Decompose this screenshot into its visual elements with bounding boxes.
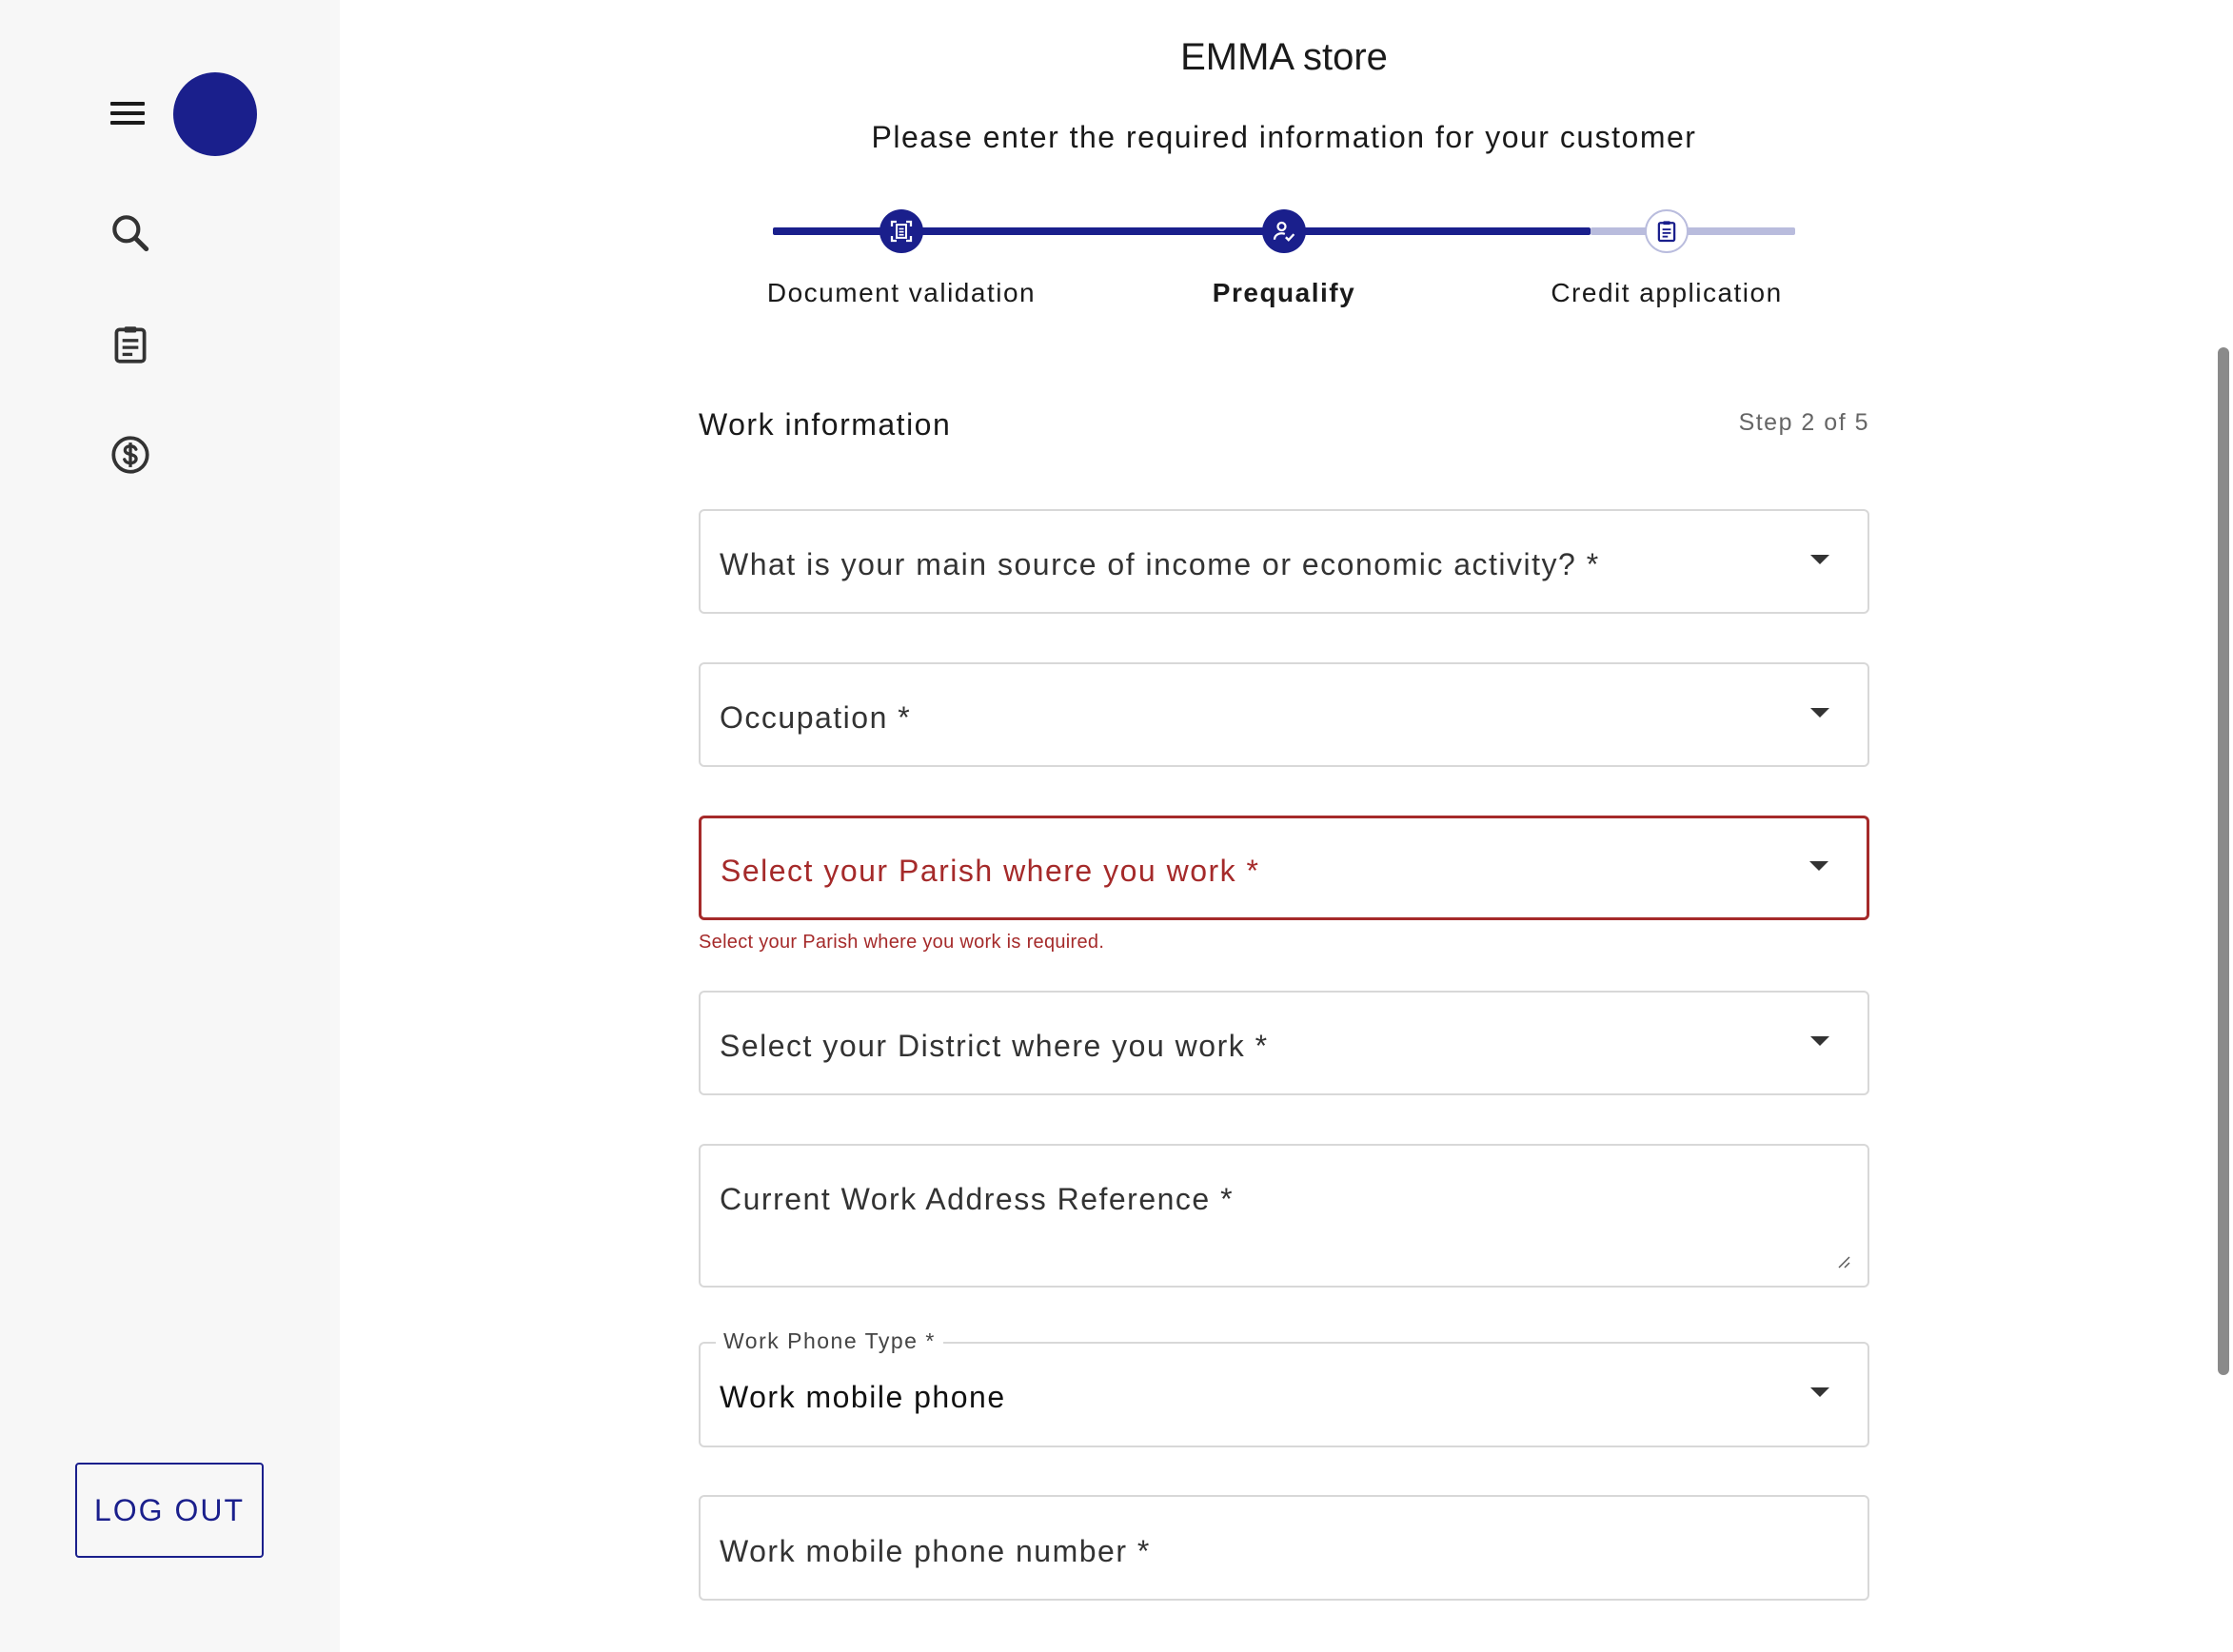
chevron-down-icon: [1810, 1036, 1829, 1046]
income-source-select[interactable]: What is your main source of income or ec…: [699, 509, 1869, 614]
user-check-icon: [1262, 209, 1306, 253]
chevron-down-icon: [1810, 1387, 1829, 1397]
work-phone-type-value: Work mobile phone: [720, 1380, 1006, 1414]
clipboard-icon[interactable]: [107, 321, 154, 368]
step-label-prequalify: Prequalify: [1212, 278, 1356, 307]
work-address-textarea[interactable]: Current Work Address Reference *: [699, 1144, 1869, 1288]
page-subtitle: Please enter the required information fo…: [871, 120, 1697, 154]
step-label-credit-application: Credit application: [1551, 278, 1783, 307]
progress-stepper: Document validation Prequalify Credit ap…: [699, 190, 1869, 324]
chevron-down-icon: [1810, 555, 1829, 564]
chevron-down-icon: [1810, 708, 1829, 718]
income-source-placeholder: What is your main source of income or ec…: [720, 547, 1600, 581]
menu-icon[interactable]: [107, 95, 148, 133]
occupation-placeholder: Occupation *: [720, 700, 912, 735]
parish-error-message: Select your Parish where you work is req…: [699, 932, 1105, 953]
district-placeholder: Select your District where you work *: [720, 1029, 1269, 1063]
work-address-placeholder: Current Work Address Reference *: [720, 1182, 1235, 1216]
work-phone-type-label: Work Phone Type *: [716, 1328, 943, 1354]
dollar-circle-icon[interactable]: [107, 431, 154, 479]
parish-select[interactable]: Select your Parish where you work *: [699, 816, 1869, 920]
parish-placeholder: Select your Parish where you work *: [721, 854, 1260, 888]
clipboard-icon: [1645, 209, 1689, 253]
document-scan-icon: [879, 209, 923, 253]
district-select[interactable]: Select your District where you work *: [699, 991, 1869, 1095]
avatar[interactable]: [173, 72, 257, 156]
work-mobile-number-input[interactable]: Work mobile phone number *: [699, 1495, 1869, 1601]
step-counter: Step 2 of 5: [1738, 409, 1869, 436]
step-label-document-validation: Document validation: [766, 278, 1037, 307]
chevron-down-icon: [1809, 861, 1828, 871]
scrollbar-thumb[interactable]: [2218, 347, 2229, 1375]
work-mobile-number-placeholder: Work mobile phone number *: [720, 1534, 1151, 1568]
store-title: EMMA store: [1180, 36, 1388, 78]
work-phone-type-select[interactable]: Work Phone Type * Work mobile phone: [699, 1328, 1869, 1447]
logout-button[interactable]: LOG OUT: [75, 1463, 264, 1558]
resize-handle-icon[interactable]: [1835, 1253, 1850, 1268]
sidebar: LOG OUT: [0, 0, 340, 1652]
search-icon[interactable]: [107, 209, 154, 257]
stepper-track-remaining: [1591, 227, 1795, 235]
section-title: Work information: [699, 407, 952, 442]
occupation-select[interactable]: Occupation *: [699, 662, 1869, 767]
